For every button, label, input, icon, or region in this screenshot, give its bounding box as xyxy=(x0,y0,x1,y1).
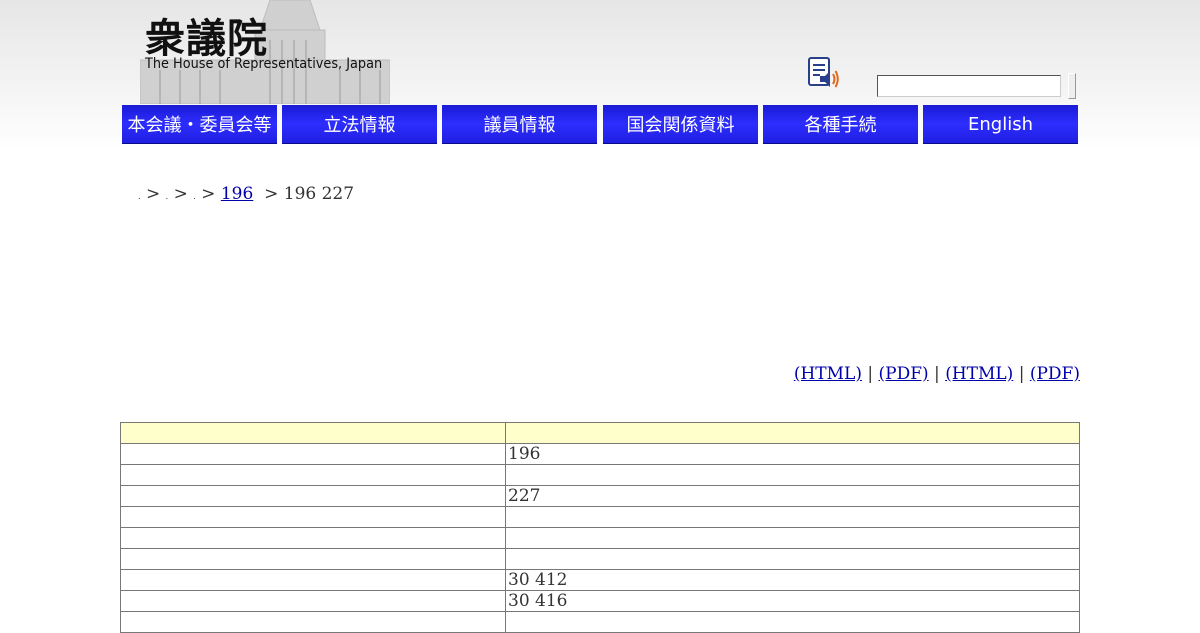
logo-english: The House of Representatives, Japan xyxy=(145,56,383,72)
breadcrumb: . > . > . > 196 > 196 227 xyxy=(138,184,354,204)
table-cell: 30 416 xyxy=(505,590,1080,612)
table-header-row xyxy=(120,422,1080,444)
doc-link-html-2[interactable]: (HTML) xyxy=(945,364,1013,384)
table-cell xyxy=(120,590,506,612)
table-cell xyxy=(120,464,506,486)
table-row xyxy=(120,464,1080,486)
speech-reader-icon[interactable] xyxy=(806,56,840,90)
table-cell xyxy=(505,527,1080,549)
breadcrumb-level2-link[interactable]: . xyxy=(166,192,169,201)
nav-diet-materials[interactable]: 国会関係資料 xyxy=(603,105,758,144)
table-cell xyxy=(120,548,506,570)
table-cell xyxy=(505,464,1080,486)
doc-link-html-1[interactable]: (HTML) xyxy=(794,364,862,384)
table-cell xyxy=(120,569,506,591)
breadcrumb-separator: > xyxy=(173,184,188,204)
table-header-cell xyxy=(505,422,1080,444)
table-row: 30 412 xyxy=(120,569,1080,591)
table-cell xyxy=(120,527,506,549)
nav-members[interactable]: 議員情報 xyxy=(442,105,597,144)
table-cell xyxy=(120,485,506,507)
site-logo[interactable]: 衆議院 The House of Representatives, Japan xyxy=(120,0,390,104)
breadcrumb-current: 196 227 xyxy=(283,184,355,204)
table-cell: 227 xyxy=(505,485,1080,507)
search-button[interactable] xyxy=(1068,73,1076,99)
table-cell xyxy=(120,443,506,465)
table-cell xyxy=(120,611,506,633)
breadcrumb-home-link[interactable]: . xyxy=(138,192,141,201)
link-divider: | xyxy=(1018,364,1025,384)
link-divider: | xyxy=(934,364,940,384)
breadcrumb-separator: > xyxy=(264,184,279,204)
table-cell xyxy=(505,548,1080,570)
table-cell xyxy=(120,506,506,528)
table-cell xyxy=(505,611,1080,633)
table-row: 196 xyxy=(120,443,1080,465)
search-input[interactable] xyxy=(877,75,1061,97)
breadcrumb-separator: > xyxy=(201,184,216,204)
breadcrumb-session-link[interactable]: 196 xyxy=(221,184,253,204)
doc-link-pdf-2[interactable]: (PDF) xyxy=(1030,364,1080,384)
nav-plenary-committee[interactable]: 本会議・委員会等 xyxy=(122,105,277,144)
table-header-cell xyxy=(120,422,506,444)
table-row xyxy=(120,611,1080,633)
breadcrumb-level3-link[interactable]: . xyxy=(193,192,196,201)
document-links: (HTML) | (PDF) | (HTML) | (PDF) xyxy=(794,364,1080,384)
bill-info-table: 196 227 30 412 30 416 xyxy=(120,422,1080,633)
nav-legislation[interactable]: 立法情報 xyxy=(282,105,437,144)
nav-procedures[interactable]: 各種手続 xyxy=(763,105,918,144)
table-row: 30 416 xyxy=(120,590,1080,612)
breadcrumb-separator: > xyxy=(145,184,161,204)
doc-link-pdf-1[interactable]: (PDF) xyxy=(879,364,929,384)
table-cell: 196 xyxy=(505,443,1080,465)
table-row xyxy=(120,548,1080,570)
table-row xyxy=(120,527,1080,549)
nav-english[interactable]: English xyxy=(923,105,1078,144)
table-cell: 30 412 xyxy=(505,569,1080,591)
link-divider: | xyxy=(867,364,874,384)
table-row xyxy=(120,506,1080,528)
table-cell xyxy=(505,506,1080,528)
table-row: 227 xyxy=(120,485,1080,507)
